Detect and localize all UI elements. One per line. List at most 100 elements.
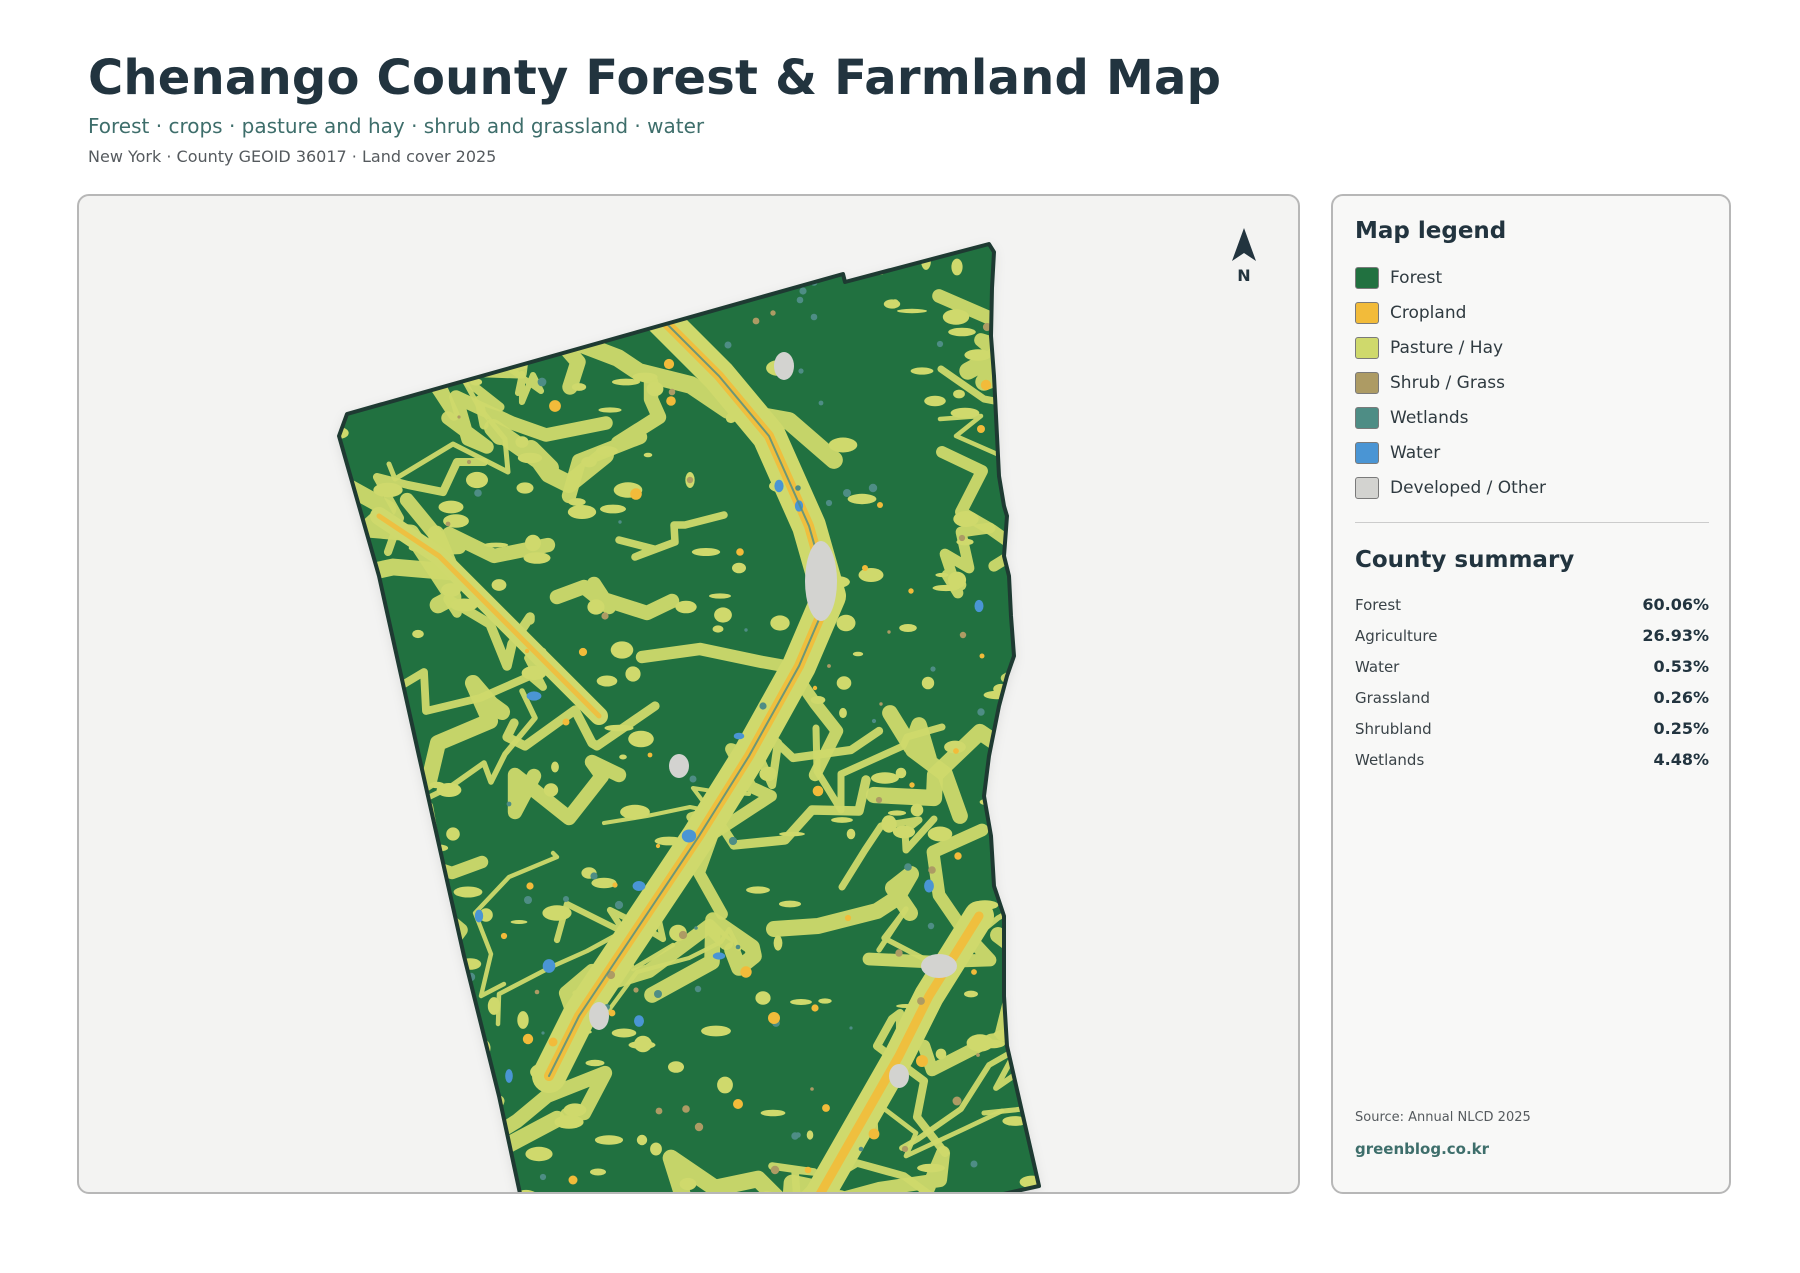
- shrub-wetland-speck: [895, 949, 903, 957]
- pasture-patch: [650, 1142, 662, 1156]
- shrub-wetland-speck: [798, 368, 804, 374]
- legend-swatch: [1355, 266, 1379, 289]
- cropland-speck: [916, 1055, 928, 1067]
- pasture-patch: [568, 498, 586, 506]
- page-title: Chenango County Forest & Farmland Map: [88, 50, 1222, 106]
- header: Chenango County Forest & Farmland Map Fo…: [88, 48, 1221, 166]
- shrub-wetland-speck: [917, 997, 925, 1005]
- pasture-patch: [887, 810, 907, 816]
- legend-swatch: [1355, 371, 1379, 394]
- cropland-speck: [666, 396, 676, 406]
- shrub-wetland-speck: [453, 1019, 459, 1025]
- pasture-patch: [525, 1146, 553, 1162]
- water-body: [681, 829, 697, 843]
- pasture-patch: [1007, 398, 1039, 481]
- legend-swatch: [1355, 406, 1379, 429]
- pasture-patch: [703, 267, 723, 281]
- pasture-patch: [390, 1095, 505, 1192]
- pasture-patch: [418, 1056, 424, 1070]
- shrub-wetland-speck: [541, 1031, 545, 1035]
- pasture-patch: [818, 998, 832, 1004]
- site-link[interactable]: greenblog.co.kr: [1355, 1140, 1489, 1158]
- cropland-speck: [822, 1104, 830, 1112]
- pasture-patch: [759, 766, 777, 782]
- shrub-wetland-speck: [810, 1087, 814, 1091]
- legend-swatch: [1355, 476, 1379, 499]
- pasture-patch: [353, 632, 381, 642]
- pasture-patch: [585, 1059, 605, 1067]
- shrub-wetland-speck: [506, 801, 512, 807]
- summary-list: Forest 60.06% Agriculture 26.93% Water 0.53% G…: [1355, 589, 1709, 775]
- pasture-patch: [339, 656, 351, 666]
- shrub-wetland-speck: [583, 277, 589, 283]
- water-body: [712, 952, 726, 960]
- legend-label: Pasture / Hay: [1390, 337, 1504, 358]
- pasture-patch: [999, 296, 1019, 310]
- shrub-wetland-speck: [868, 483, 878, 493]
- pasture-patch: [979, 1039, 1005, 1049]
- summary-value: 0.53%: [1653, 657, 1709, 676]
- legend-label: Wetlands: [1390, 407, 1469, 428]
- shrub-wetland-speck: [694, 926, 698, 930]
- pasture-patch: [643, 452, 653, 458]
- legend-item: Shrub / Grass: [1355, 365, 1709, 400]
- water-body: [924, 879, 934, 893]
- shrub-wetland-speck: [436, 1156, 442, 1162]
- cropland-speck: [868, 1128, 880, 1140]
- pasture-patch: [543, 783, 559, 797]
- shrub-wetland-speck: [420, 1181, 426, 1187]
- pasture-patch: [636, 1134, 648, 1146]
- pasture-patch: [668, 1061, 684, 1073]
- cropland-speck: [549, 400, 561, 412]
- pasture-patch: [847, 493, 877, 505]
- cropland-speck: [980, 379, 992, 391]
- cropland-speck: [768, 1012, 780, 1024]
- pasture-patch: [628, 730, 654, 748]
- shrub-wetland-speck: [858, 1146, 864, 1152]
- cropland-speck: [522, 1033, 534, 1045]
- pasture-patch: [910, 803, 924, 817]
- pasture-patch: [487, 997, 501, 1015]
- pasture-patch: [709, 593, 731, 599]
- cropland-speck: [954, 852, 962, 860]
- pasture-patch: [691, 548, 721, 556]
- summary-name: Grassland: [1355, 688, 1430, 707]
- pasture-patch: [373, 482, 403, 498]
- cropland-speck: [812, 785, 824, 797]
- pasture-patch: [947, 571, 967, 589]
- shrub-wetland-speck: [970, 1160, 978, 1168]
- pasture-patch: [551, 761, 559, 773]
- pasture-patch: [858, 568, 884, 582]
- cropland-speck: [578, 647, 588, 657]
- cropland-speck: [647, 752, 653, 758]
- shrub-wetland-speck: [411, 366, 419, 374]
- pasture-patch: [1030, 718, 1039, 730]
- summary-value: 0.25%: [1653, 719, 1709, 738]
- pasture-patch: [950, 407, 980, 419]
- pasture-patch: [458, 281, 486, 299]
- legend-item: Developed / Other: [1355, 470, 1709, 505]
- county-map[interactable]: [79, 196, 1300, 1194]
- pasture-patch: [846, 828, 856, 840]
- legend-item: Wetlands: [1355, 400, 1709, 435]
- pasture-patch: [1019, 683, 1039, 693]
- cropland-speck: [971, 969, 977, 975]
- pasture-patch: [368, 986, 398, 992]
- summary-row: Wetlands 4.48%: [1355, 744, 1709, 775]
- pasture-patch: [590, 1168, 606, 1176]
- shrub-wetland-speck: [432, 903, 440, 911]
- water-body: [542, 959, 556, 973]
- pasture-patch: [910, 367, 934, 375]
- shrub-wetland-speck: [752, 317, 760, 325]
- map-panel[interactable]: N: [77, 194, 1300, 1194]
- shrub-wetland-speck: [398, 938, 406, 946]
- cropland-speck: [811, 1004, 819, 1012]
- divider: [1355, 522, 1709, 523]
- pasture-patch: [542, 905, 572, 921]
- summary-name: Agriculture: [1355, 626, 1438, 645]
- pasture-patch: [712, 625, 724, 633]
- pasture-patch: [438, 500, 464, 514]
- cropland-speck: [812, 685, 818, 691]
- pasture-patch: [755, 991, 771, 1005]
- shrub-wetland-speck: [901, 1145, 909, 1153]
